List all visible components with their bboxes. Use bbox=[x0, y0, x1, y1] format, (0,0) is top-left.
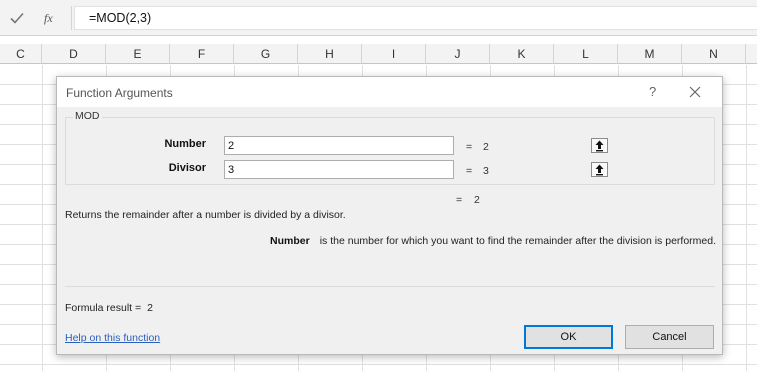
column-header[interactable]: C bbox=[0, 44, 42, 64]
collapse-dialog-button[interactable] bbox=[591, 162, 608, 177]
cancel-button[interactable]: Cancel bbox=[625, 325, 714, 349]
column-header[interactable]: F bbox=[170, 44, 234, 64]
column-headers: C D E F G H I J K L M N bbox=[0, 44, 757, 64]
column-header[interactable]: E bbox=[106, 44, 170, 64]
gridline bbox=[746, 65, 747, 371]
number-field[interactable] bbox=[224, 136, 608, 155]
dialog-titlebar[interactable]: Function Arguments ? bbox=[57, 77, 722, 107]
function-arguments-dialog: Function Arguments ? MOD Number = 2 Divi… bbox=[56, 76, 723, 355]
equals-sign: = bbox=[466, 141, 473, 153]
collapse-dialog-button[interactable] bbox=[591, 138, 608, 153]
divisor-result: 3 bbox=[483, 165, 489, 177]
arrow-up-icon bbox=[595, 140, 604, 152]
ok-button[interactable]: OK bbox=[524, 325, 613, 349]
column-header[interactable]: L bbox=[554, 44, 618, 64]
equals-sign: = bbox=[456, 194, 463, 206]
number-label: Number bbox=[164, 138, 206, 150]
help-on-function-link[interactable]: Help on this function bbox=[65, 332, 160, 344]
arrow-up-icon bbox=[595, 164, 604, 176]
insert-function-icon[interactable]: fx bbox=[44, 11, 53, 26]
formula-bar: fx =MOD(2,3) bbox=[0, 0, 757, 36]
formula-text: =MOD(2,3) bbox=[89, 11, 152, 25]
help-button[interactable]: ? bbox=[649, 84, 656, 99]
formula-result-label: Formula result = bbox=[65, 302, 142, 314]
column-header[interactable]: H bbox=[298, 44, 362, 64]
divisor-input[interactable] bbox=[225, 161, 415, 178]
argument-detail-text: is the number for which you want to find… bbox=[319, 235, 716, 247]
column-header[interactable]: D bbox=[42, 44, 106, 64]
function-name: MOD bbox=[73, 110, 102, 122]
column-header[interactable]: J bbox=[426, 44, 490, 64]
argument-detail-name: Number bbox=[270, 235, 310, 247]
formula-bar-divider bbox=[71, 6, 72, 30]
formula-result: Formula result = 2 bbox=[65, 302, 153, 314]
function-description: Returns the remainder after a number is … bbox=[65, 209, 346, 221]
number-input[interactable] bbox=[225, 137, 415, 154]
column-header[interactable]: K bbox=[490, 44, 554, 64]
column-header[interactable]: I bbox=[362, 44, 426, 64]
number-result: 2 bbox=[483, 141, 489, 153]
column-header[interactable]: N bbox=[682, 44, 746, 64]
function-result: 2 bbox=[474, 194, 480, 206]
arguments-group: MOD Number = 2 Divisor = 3 bbox=[65, 110, 715, 185]
dialog-title: Function Arguments bbox=[66, 86, 173, 100]
close-icon[interactable] bbox=[687, 84, 703, 100]
column-header[interactable]: M bbox=[618, 44, 682, 64]
formula-input[interactable]: =MOD(2,3) bbox=[74, 6, 757, 30]
equals-sign: = bbox=[466, 165, 473, 177]
divider bbox=[65, 286, 715, 287]
column-header[interactable]: G bbox=[234, 44, 298, 64]
divisor-label: Divisor bbox=[168, 162, 206, 174]
checkmark-icon[interactable] bbox=[9, 10, 25, 26]
argument-detail: Number is the number for which you want t… bbox=[270, 235, 716, 247]
gridline bbox=[42, 65, 43, 371]
gridline bbox=[0, 364, 757, 365]
divisor-field[interactable] bbox=[224, 160, 608, 179]
formula-result-value: 2 bbox=[147, 302, 153, 314]
